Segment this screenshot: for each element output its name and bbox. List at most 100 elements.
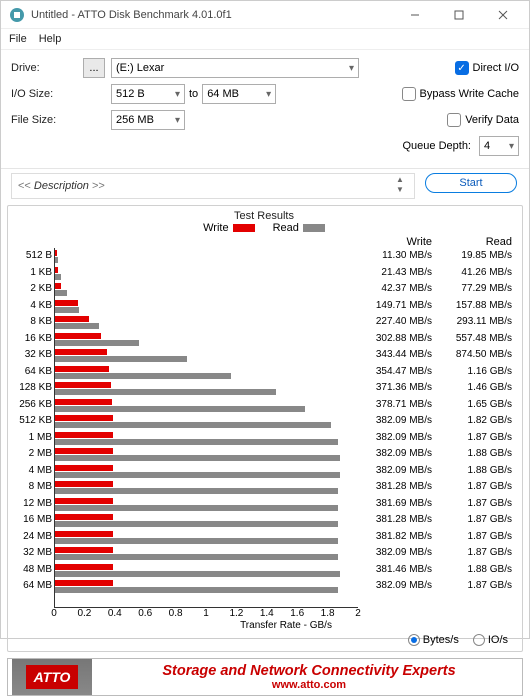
read-value: 1.87 GB/s <box>438 578 512 595</box>
io-to-word: to <box>189 88 198 100</box>
write-bar <box>55 432 113 438</box>
read-value: 157.88 MB/s <box>438 298 512 315</box>
read-bar <box>55 323 99 329</box>
bar-row <box>55 578 358 595</box>
category-label: 8 KB <box>10 314 52 331</box>
read-bar <box>55 505 338 511</box>
x-tick-label: 1.4 <box>260 608 274 619</box>
bar-row <box>55 281 358 298</box>
x-axis-ticks: 00.20.40.60.811.21.41.61.82 <box>54 608 358 620</box>
read-value: 874.50 MB/s <box>438 347 512 364</box>
queue-depth-value: 4 <box>484 140 490 152</box>
category-label: 64 MB <box>10 578 52 595</box>
read-bar <box>55 488 338 494</box>
menu-file[interactable]: File <box>9 33 27 45</box>
read-bar <box>55 373 231 379</box>
category-label: 32 KB <box>10 347 52 364</box>
write-value: 227.40 MB/s <box>358 314 432 331</box>
drive-label: Drive: <box>11 62 83 74</box>
write-bar <box>55 300 78 306</box>
write-value: 382.09 MB/s <box>358 430 432 447</box>
legend-write-swatch <box>233 224 255 232</box>
banner-tagline: Storage and Network Connectivity Experts <box>96 663 522 679</box>
bar-row <box>55 463 358 480</box>
io-to-value: 64 MB <box>207 88 239 100</box>
atto-logo: ATTO <box>12 659 92 695</box>
app-icon <box>9 7 25 23</box>
category-label: 24 MB <box>10 529 52 546</box>
x-tick-label: 1.6 <box>290 608 304 619</box>
bar-row <box>55 314 358 331</box>
read-bar <box>55 472 340 478</box>
read-value: 1.65 GB/s <box>438 397 512 414</box>
read-value: 1.16 GB/s <box>438 364 512 381</box>
legend-write-label: Write <box>203 222 228 234</box>
verify-label: Verify Data <box>465 114 519 126</box>
read-bar <box>55 521 338 527</box>
minimize-button[interactable] <box>393 1 437 29</box>
read-bar <box>55 439 338 445</box>
io-to-select[interactable]: 64 MB▾ <box>202 84 276 104</box>
bar-row <box>55 248 358 265</box>
banner-site: www.atto.com <box>96 679 522 691</box>
write-bar <box>55 465 113 471</box>
x-tick-label: 0.8 <box>169 608 183 619</box>
write-value: 378.71 MB/s <box>358 397 432 414</box>
write-value: 302.88 MB/s <box>358 331 432 348</box>
write-value: 11.30 MB/s <box>358 248 432 265</box>
drive-select[interactable]: (E:) Lexar ▾ <box>111 58 359 78</box>
category-label: 16 MB <box>10 512 52 529</box>
bar-row <box>55 496 358 513</box>
maximize-button[interactable] <box>437 1 481 29</box>
spin-down-icon[interactable]: ▼ <box>392 186 408 196</box>
bar-row <box>55 529 358 546</box>
category-label: 512 B <box>10 248 52 265</box>
direct-io-label: Direct I/O <box>473 62 519 74</box>
read-bar <box>55 257 58 263</box>
bytes-per-sec-radio[interactable]: Bytes/s <box>408 634 459 646</box>
bar-row <box>55 364 358 381</box>
io-from-value: 512 B <box>116 88 145 100</box>
write-bar <box>55 250 57 256</box>
menu-help[interactable]: Help <box>39 33 62 45</box>
close-button[interactable] <box>481 1 525 29</box>
read-value: 77.29 MB/s <box>438 281 512 298</box>
io-from-select[interactable]: 512 B▾ <box>111 84 185 104</box>
direct-io-checkbox[interactable]: ✓ <box>455 61 469 75</box>
x-tick-label: 2 <box>355 608 361 619</box>
description-spinner[interactable]: ▲ ▼ <box>392 176 408 196</box>
write-bar <box>55 448 113 454</box>
write-value: 381.28 MB/s <box>358 512 432 529</box>
io-per-sec-radio[interactable]: IO/s <box>473 634 508 646</box>
read-bar <box>55 290 67 296</box>
bar-row <box>55 265 358 282</box>
start-button[interactable]: Start <box>425 173 517 193</box>
queue-depth-select[interactable]: 4▾ <box>479 136 519 156</box>
legend-read-swatch <box>303 224 325 232</box>
write-value: 21.43 MB/s <box>358 265 432 282</box>
verify-checkbox[interactable] <box>447 113 461 127</box>
write-bar <box>55 267 58 273</box>
read-column: 19.85 MB/s41.26 MB/s77.29 MB/s157.88 MB/… <box>438 248 518 608</box>
config-panel: Drive: ... (E:) Lexar ▾ ✓ Direct I/O I/O… <box>1 50 529 169</box>
write-bar <box>55 514 113 520</box>
ios-label: IO/s <box>488 634 508 646</box>
write-bar <box>55 481 113 487</box>
write-value: 354.47 MB/s <box>358 364 432 381</box>
bar-row <box>55 562 358 579</box>
browse-drive-button[interactable]: ... <box>83 58 105 78</box>
bypass-checkbox[interactable] <box>402 87 416 101</box>
category-label: 64 KB <box>10 364 52 381</box>
chart-area <box>54 248 358 608</box>
read-value: 19.85 MB/s <box>438 248 512 265</box>
read-value: 41.26 MB/s <box>438 265 512 282</box>
read-bar <box>55 587 338 593</box>
read-bar <box>55 455 340 461</box>
description-label: Description <box>34 180 89 192</box>
titlebar: Untitled - ATTO Disk Benchmark 4.01.0f1 <box>1 1 529 29</box>
read-bar <box>55 554 338 560</box>
bar-row <box>55 347 358 364</box>
file-size-select[interactable]: 256 MB▾ <box>111 110 185 130</box>
write-value: 382.09 MB/s <box>358 578 432 595</box>
write-bar <box>55 283 61 289</box>
